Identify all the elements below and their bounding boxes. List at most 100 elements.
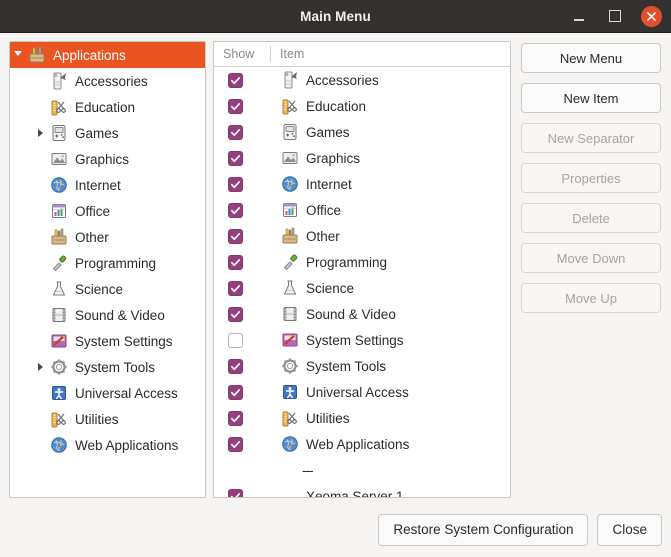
checkbox-checked[interactable] (228, 176, 243, 192)
chevron-right-icon[interactable] (32, 129, 48, 137)
table-row[interactable]: Utilities (214, 405, 510, 431)
table-row[interactable]: Games (214, 119, 510, 145)
separator-label: --- (302, 462, 313, 478)
checkbox-checked[interactable] (228, 98, 243, 114)
table-row[interactable]: Other (214, 223, 510, 249)
restore-system-configuration-button[interactable]: Restore System Configuration (378, 514, 589, 546)
tree-item-graphics[interactable]: Graphics (10, 146, 205, 172)
action-buttons-panel: New Menu New Item New Separator Properties D… (518, 41, 662, 503)
item-cell: Utilities (270, 408, 510, 428)
close-button[interactable]: Close (597, 514, 662, 546)
checkbox-checked[interactable] (228, 228, 243, 244)
show-cell (214, 384, 270, 400)
chevron-right-icon[interactable] (32, 363, 48, 371)
table-row[interactable]: Universal Access (214, 379, 510, 405)
tree-item-education[interactable]: Education (10, 94, 205, 120)
item-cell: Accessories (270, 70, 510, 90)
table-row[interactable]: Internet (214, 171, 510, 197)
item-label: Science (306, 280, 355, 296)
table-row[interactable]: Sound & Video (214, 301, 510, 327)
item-cell: Web Applications (270, 434, 510, 454)
internet-icon (279, 434, 301, 454)
checkbox-checked[interactable] (228, 410, 243, 426)
tree-item-label: System Tools (75, 359, 156, 375)
column-header-item[interactable]: Item (270, 46, 510, 62)
item-label: Office (306, 202, 342, 218)
tree-item-system-tools[interactable]: System Tools (10, 354, 205, 380)
checkbox-unchecked[interactable] (228, 332, 243, 348)
item-label: Education (306, 98, 367, 114)
accessories-icon (279, 70, 301, 90)
tree-item-office[interactable]: Office (10, 198, 205, 224)
show-cell (214, 202, 270, 218)
checkbox-checked[interactable] (228, 384, 243, 400)
minimize-icon[interactable] (569, 6, 589, 26)
tree-item-applications[interactable]: Applications (10, 42, 205, 68)
item-cell: Games (270, 122, 510, 142)
table-row[interactable]: System Tools (214, 353, 510, 379)
graphics-icon (48, 149, 70, 169)
checkbox-checked[interactable] (228, 306, 243, 322)
checkbox-checked[interactable] (228, 202, 243, 218)
new-item-button[interactable]: New Item (521, 83, 661, 113)
checkbox-checked[interactable] (228, 488, 243, 497)
tree-item-label: Utilities (75, 411, 119, 427)
show-cell (214, 436, 270, 452)
item-cell: Office (270, 200, 510, 220)
table-row[interactable]: Web Applications (214, 431, 510, 457)
menu-items-list[interactable]: Accessories Education Games Graphics Interne… (214, 67, 510, 497)
tree-item-label: Science (75, 281, 124, 297)
chevron-down-icon[interactable] (10, 50, 26, 60)
table-row[interactable]: Programming (214, 249, 510, 275)
tree-item-programming[interactable]: Programming (10, 250, 205, 276)
new-menu-button[interactable]: New Menu (521, 43, 661, 73)
tree-item-other[interactable]: Other (10, 224, 205, 250)
tree-item-label: Graphics (75, 151, 130, 167)
tree-item-games[interactable]: Games (10, 120, 205, 146)
tree-item-system-settings[interactable]: System Settings (10, 328, 205, 354)
tree-item-label: Office (75, 203, 111, 219)
item-cell: Graphics (270, 148, 510, 168)
table-row[interactable]: Xeoma Server 1 (214, 483, 510, 497)
table-row[interactable]: System Settings (214, 327, 510, 353)
games-icon (48, 123, 70, 143)
menu-tree-panel[interactable]: Applications Accessories Education Games Gra… (9, 41, 206, 498)
table-row[interactable]: Accessories (214, 67, 510, 93)
table-row[interactable]: Science (214, 275, 510, 301)
tree-item-accessories[interactable]: Accessories (10, 68, 205, 94)
tree-item-label: Universal Access (75, 385, 178, 401)
checkbox-checked[interactable] (228, 280, 243, 296)
programming-icon (48, 253, 70, 273)
tree-item-internet[interactable]: Internet (10, 172, 205, 198)
system-tools-icon (279, 356, 301, 376)
tree-item-utilities[interactable]: Utilities (10, 406, 205, 432)
show-cell (214, 228, 270, 244)
delete-button: Delete (521, 203, 661, 233)
table-row[interactable]: Education (214, 93, 510, 119)
table-row[interactable]: Office (214, 197, 510, 223)
table-row[interactable]: Graphics (214, 145, 510, 171)
checkbox-checked[interactable] (228, 358, 243, 374)
tree-item-sound-video[interactable]: Sound & Video (10, 302, 205, 328)
list-row-separator[interactable]: --- (214, 457, 510, 483)
checkbox-checked[interactable] (228, 72, 243, 88)
menu-items-panel[interactable]: Show Item Accessories Education Games Graph… (213, 41, 511, 498)
column-header-show[interactable]: Show (214, 47, 270, 61)
show-cell (214, 176, 270, 192)
item-label: Sound & Video (306, 306, 396, 322)
universal-access-icon (48, 383, 70, 403)
tree-item-science[interactable]: Science (10, 276, 205, 302)
checkbox-checked[interactable] (228, 150, 243, 166)
tree-item-universal-access[interactable]: Universal Access (10, 380, 205, 406)
checkbox-checked[interactable] (228, 436, 243, 452)
checkbox-checked[interactable] (228, 254, 243, 270)
menu-tree[interactable]: Applications Accessories Education Games Gra… (10, 42, 205, 458)
tree-item-web-applications[interactable]: Web Applications (10, 432, 205, 458)
games-icon (279, 122, 301, 142)
checkbox-checked[interactable] (228, 124, 243, 140)
close-icon[interactable] (641, 5, 662, 27)
show-cell (214, 280, 270, 296)
show-cell (214, 72, 270, 88)
maximize-icon[interactable] (605, 6, 625, 26)
item-label: Web Applications (306, 436, 410, 452)
